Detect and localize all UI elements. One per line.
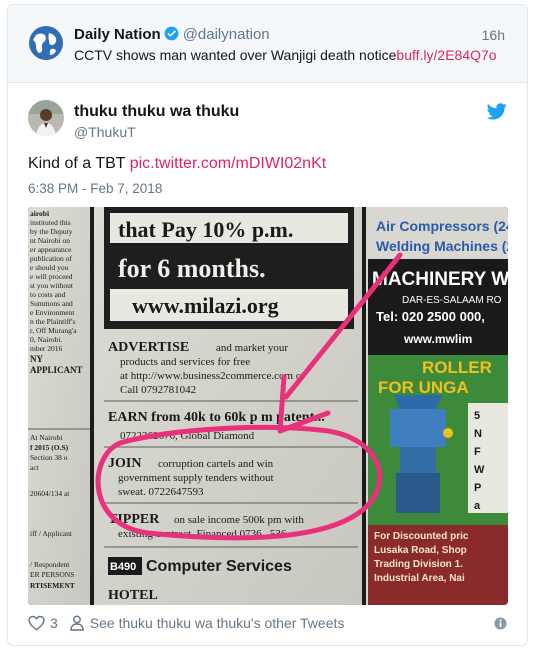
ad-line: and market your: [216, 342, 288, 354]
ad-advertise-head: ADVERTISE: [108, 340, 189, 355]
col-left-line: n the Plaintiff's: [30, 317, 75, 326]
col-left-line: e will proceed: [30, 272, 73, 281]
ad-line: corruption cartels and win: [158, 458, 274, 470]
tweet-embed-card: Daily Nation @dailynation 16h CCTV shows …: [7, 4, 528, 646]
col-left-line: r, Off Murang'a: [30, 326, 77, 335]
banner-url: www.milazi.org: [132, 293, 279, 318]
tweet-pic-link[interactable]: pic.twitter.com/mDIWI02nKt: [130, 155, 327, 172]
col-left-line: RTISEMENT: [30, 581, 75, 590]
right-head-2: Welding Machines (2: [376, 238, 508, 254]
banner-line-2: for 6 months.: [118, 254, 266, 283]
right-bullet: P: [474, 482, 481, 494]
col-left-line: Summons and: [30, 299, 73, 308]
heart-icon[interactable]: [28, 615, 45, 631]
right-foot: For Discounted pric: [374, 531, 469, 542]
quoted-time[interactable]: 16h: [482, 27, 505, 43]
col-left-line: e should you: [30, 263, 69, 272]
right-head-1: Air Compressors (24l: [376, 218, 508, 234]
quoted-link[interactable]: buff.ly/2E84Q7o: [396, 47, 496, 63]
ad-join-head: JOIN: [108, 456, 141, 471]
quoted-author[interactable]: Daily Nation @dailynation: [74, 26, 270, 43]
quoted-author-name[interactable]: Daily Nation: [74, 26, 161, 43]
right-tel: Tel: 020 2500 000,: [376, 309, 485, 324]
right-web: www.mwlim: [403, 332, 472, 346]
col-left-line: / Respondent: [30, 560, 70, 569]
ad-line: at http://www.business2commerce.com or: [120, 370, 305, 382]
author-handle[interactable]: @ThukuT: [74, 124, 136, 140]
col-left-line: 20604/134 at: [30, 489, 70, 498]
right-bullet: 5: [474, 410, 480, 422]
col-left-line: er appearance: [30, 245, 72, 254]
verified-badge-icon: [164, 26, 179, 41]
quoted-author-handle[interactable]: @dailynation: [183, 26, 270, 43]
col-left-line: APPLICANT: [30, 365, 83, 375]
info-icon[interactable]: [494, 617, 507, 630]
col-left-line: airobi: [30, 209, 49, 218]
roller-2: FOR UNGA: [378, 378, 469, 397]
right-foot: Lusaka Road, Shop: [374, 545, 467, 556]
quoted-tweet[interactable]: Daily Nation @dailynation 16h CCTV shows …: [8, 5, 527, 83]
roller-1: ROLLER: [422, 358, 492, 377]
col-left-line: NY: [30, 354, 43, 364]
tweet-photo[interactable]: airobi instituted this by the Deputy nt …: [28, 207, 508, 605]
other-tweets-link[interactable]: See thuku thuku wa thuku's other Tweets: [90, 615, 345, 631]
ad-line: sweat. 0722647593: [118, 486, 204, 498]
ad-line: Call 0792781042: [120, 384, 196, 396]
right-brand: MACHINERY W: [372, 269, 508, 290]
col-left-line: Section 38 o: [30, 453, 68, 462]
person-icon: [70, 615, 84, 631]
like-count[interactable]: 3: [50, 615, 58, 631]
col-left-line: act: [30, 463, 40, 472]
tweet-timestamp[interactable]: 6:38 PM - Feb 7, 2018: [28, 181, 162, 196]
ad-line: on sale income 500k pm with: [174, 514, 304, 526]
quoted-text-body: CCTV shows man wanted over Wanjigi death…: [74, 47, 397, 63]
tweet-text-body: Kind of a TBT: [28, 155, 126, 172]
col-left-line: e Environment: [30, 308, 75, 317]
twitter-bird-icon[interactable]: [487, 103, 507, 120]
tweet-footer: 3 See thuku thuku wa thuku's other Tweet…: [28, 615, 344, 631]
col-left-line: by the Deputy: [30, 227, 73, 236]
col-left-line: mber 2016: [30, 344, 63, 353]
newspaper-image: airobi instituted this by the Deputy nt …: [28, 207, 508, 605]
quoted-text: CCTV shows man wanted over Wanjigi death…: [74, 47, 497, 63]
col-left-line: At Nairobi: [30, 433, 62, 442]
banner-line-1: that Pay 10% p.m.: [118, 217, 293, 242]
ad-earn: EARN from 40k to 60k p m patent...: [108, 410, 325, 425]
col-left-line: iff / Applicant: [30, 529, 73, 538]
right-addr: DAR-ES-SALAAM RO: [402, 295, 502, 306]
col-left-line: 0, Nairobi.: [30, 335, 62, 344]
ad-b490: Computer Services: [146, 558, 292, 575]
author-name[interactable]: thuku thuku wa thuku: [74, 103, 239, 121]
right-bullet: N: [474, 428, 482, 440]
col-left-line: f 2015 (O.S): [30, 443, 69, 452]
col-left-line: ER PERSONS: [30, 570, 74, 579]
col-left-line: nt Nairobi on: [30, 236, 70, 245]
tweet-text: Kind of a TBT pic.twitter.com/mDIWI02nKt: [28, 155, 326, 173]
ad-hotel: HOTEL: [108, 588, 158, 603]
col-left-line: publication of: [30, 254, 72, 263]
col-left-line: to costs and: [30, 290, 66, 299]
globe-icon[interactable]: [28, 25, 64, 61]
ad-line: B490: [110, 561, 136, 573]
avatar[interactable]: [28, 100, 64, 136]
right-foot: Trading Division 1.: [374, 559, 463, 570]
col-left-line: st you without: [30, 281, 74, 290]
right-foot: Industrial Area, Nai: [374, 573, 465, 584]
ad-line: products and services for free: [120, 356, 250, 368]
right-bullet: F: [474, 446, 481, 458]
right-bullet: W: [474, 464, 485, 476]
right-bullet: a: [474, 500, 481, 512]
ad-line: government supply tenders without: [118, 472, 274, 484]
col-left-line: instituted this: [30, 218, 71, 227]
